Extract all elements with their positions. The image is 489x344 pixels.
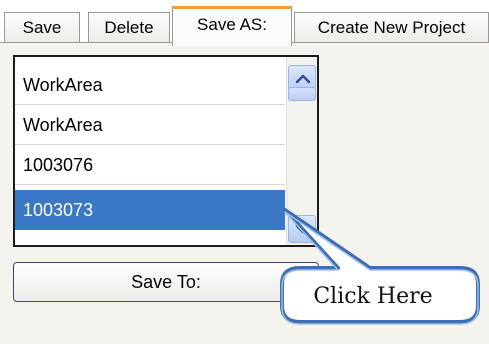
tab-save-as[interactable]: Save AS:: [172, 6, 292, 46]
save-dialog: Save Delete Save AS: Create New Project …: [0, 0, 489, 344]
callout-text: Click Here: [313, 284, 433, 309]
